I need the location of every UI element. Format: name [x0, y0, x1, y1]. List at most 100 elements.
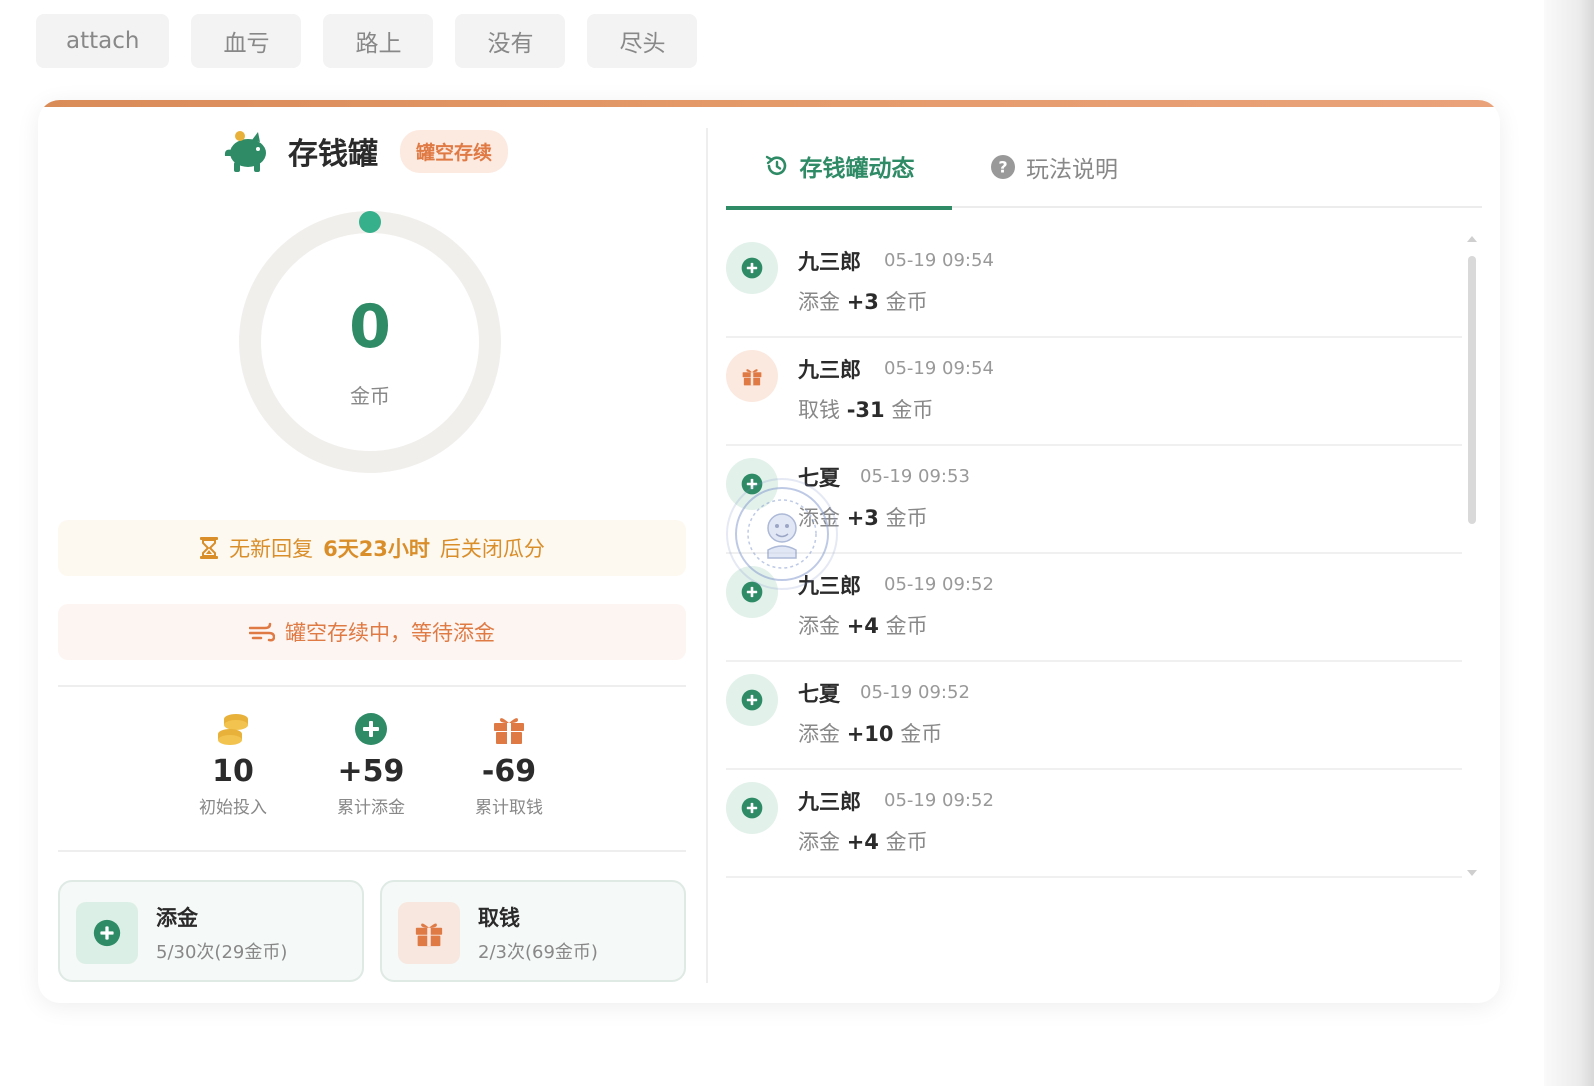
stat-added-label: 累计添金 [337, 798, 405, 818]
tab-help[interactable]: ? 玩法说明 [990, 126, 1118, 208]
divider [58, 685, 686, 687]
feed-user[interactable]: 九三郎 [798, 246, 861, 276]
stats-row: 10 初始投入 +59 累计添金 -69 累计取钱 [38, 712, 706, 832]
feed-desc: 添金 +3 金币 [798, 286, 928, 316]
feed-unit: 金币 [885, 614, 928, 638]
feed-scrollbar[interactable] [1466, 236, 1478, 876]
feed-desc: 取钱 -31 金币 [798, 394, 933, 424]
stat-initial-value: 10 [212, 754, 254, 789]
feed-unit: 金币 [891, 398, 934, 422]
feed-item: 九三郎 05-19 09:54 添金 +3 金币 [726, 230, 1462, 338]
feed-amount: +3 [846, 290, 879, 314]
add-avatar [726, 782, 778, 834]
window-edge [1544, 0, 1594, 1086]
withdraw-button[interactable]: 取钱 2/3次(69金币) [380, 880, 686, 982]
plus-circle-icon [355, 713, 387, 745]
coins-icon [218, 714, 248, 745]
tab-help-label: 玩法说明 [1026, 157, 1118, 183]
feed-unit: 金币 [885, 506, 928, 530]
feed-action: 取钱 [798, 398, 840, 422]
feed-user[interactable]: 七夏 [798, 678, 840, 708]
feed-amount: +3 [846, 506, 879, 530]
feed-time: 05-19 09:52 [884, 790, 994, 811]
feed-user[interactable]: 九三郎 [798, 786, 861, 816]
withdraw-quota: 2/3次(69金币) [478, 942, 598, 963]
plus-circle-icon [93, 919, 121, 947]
stat-added: +59 累计添金 [311, 712, 431, 818]
feed-desc: 添金 +10 金币 [798, 718, 942, 748]
countdown-notice: 无新回复 6天23小时 后关闭瓜分 [58, 520, 686, 576]
tag-meiyou[interactable]: 没有 [455, 14, 566, 68]
stat-withdrawn-label: 累计取钱 [475, 798, 543, 818]
feed-item: 九三郎 05-19 09:52 添金 +4 金币 [726, 770, 1462, 878]
feed-unit: 金币 [900, 722, 943, 746]
balance-value: 0 [349, 292, 391, 362]
svg-text:?: ? [998, 158, 1007, 177]
piggy-bank-icon [224, 131, 266, 172]
question-circle-icon: ? [991, 155, 1015, 179]
hourglass-icon [200, 537, 219, 559]
feed-action: 添金 [798, 830, 840, 854]
status-notice-text: 罐空存续中，等待添金 [285, 621, 495, 645]
feed-action: 添金 [798, 614, 840, 638]
tab-bar: 存钱罐动态 ? 玩法说明 [726, 126, 1482, 210]
feed-desc: 添金 +4 金币 [798, 610, 928, 640]
countdown-prefix: 无新回复 [229, 537, 314, 561]
feed-desc: 添金 +4 金币 [798, 826, 928, 856]
add-gold-button[interactable]: 添金 5/30次(29金币) [58, 880, 364, 982]
panel-header: 存钱罐 罐空存续 [222, 128, 509, 174]
wind-icon [249, 622, 275, 642]
activity-feed: 九三郎 05-19 09:54 添金 +3 金币 九三郎 05-19 09:54… [726, 230, 1462, 878]
feed-time: 05-19 09:54 [884, 358, 994, 379]
stat-withdrawn: -69 累计取钱 [449, 712, 569, 818]
tab-activity[interactable]: 存钱罐动态 [726, 126, 952, 210]
countdown-suffix: 后关闭瓜分 [439, 537, 545, 561]
status-badge: 罐空存续 [400, 129, 509, 173]
feed-action: 添金 [798, 722, 840, 746]
tag-attach[interactable]: attach [36, 14, 170, 68]
plus-circle-icon [741, 257, 763, 279]
tab-activity-label: 存钱罐动态 [799, 156, 915, 182]
countdown-time: 6天23小时 [323, 537, 430, 561]
tag-lushang[interactable]: 路上 [323, 14, 434, 68]
add-icon-box [76, 902, 138, 964]
scroll-down-arrow-icon[interactable] [1467, 870, 1477, 876]
stat-initial-label: 初始投入 [199, 798, 267, 818]
tag-row: attach 血亏 路上 没有 尽头 [36, 14, 698, 68]
feed-amount: +10 [846, 722, 894, 746]
history-icon [765, 155, 786, 175]
tag-jintou[interactable]: 尽头 [587, 14, 698, 68]
balance-unit: 金币 [350, 384, 390, 408]
withdraw-icon-box [398, 902, 460, 964]
balance-ring: 0 金币 [238, 210, 502, 474]
panel-title: 存钱罐 [288, 137, 378, 172]
mascot-seal-icon [735, 487, 829, 581]
feed-user[interactable]: 九三郎 [798, 354, 861, 384]
scrollbar-thumb[interactable] [1468, 256, 1476, 524]
stat-added-value: +59 [337, 754, 405, 789]
add-gold-quota: 5/30次(29金币) [156, 942, 288, 963]
activity-panel: 存钱罐动态 ? 玩法说明 九三郎 05-19 09:54 添金 +3 金币 九三… [726, 100, 1482, 1003]
feed-unit: 金币 [885, 830, 928, 854]
feed-action: 添金 [798, 290, 840, 314]
withdraw-title: 取钱 [478, 906, 520, 930]
panel-separator [706, 128, 708, 983]
feed-item: 七夏 05-19 09:52 添金 +10 金币 [726, 662, 1462, 770]
scroll-up-arrow-icon[interactable] [1467, 236, 1477, 242]
feed-time: 05-19 09:54 [884, 250, 994, 271]
add-avatar [726, 674, 778, 726]
feed-item: 九三郎 05-19 09:54 取钱 -31 金币 [726, 338, 1462, 446]
feed-time: 05-19 09:52 [884, 574, 994, 595]
status-notice: 罐空存续中，等待添金 [58, 604, 686, 660]
feed-amount: -31 [846, 398, 885, 422]
gift-icon [415, 923, 443, 947]
tag-xuekui[interactable]: 血亏 [191, 14, 302, 68]
add-gold-title: 添金 [156, 906, 198, 930]
gift-icon [742, 369, 762, 386]
add-avatar [726, 242, 778, 294]
feed-unit: 金币 [885, 290, 928, 314]
divider [58, 850, 686, 852]
withdraw-avatar [726, 350, 778, 402]
feed-item: 九三郎 05-19 09:52 添金 +4 金币 [726, 554, 1462, 662]
plus-circle-icon [741, 689, 763, 711]
